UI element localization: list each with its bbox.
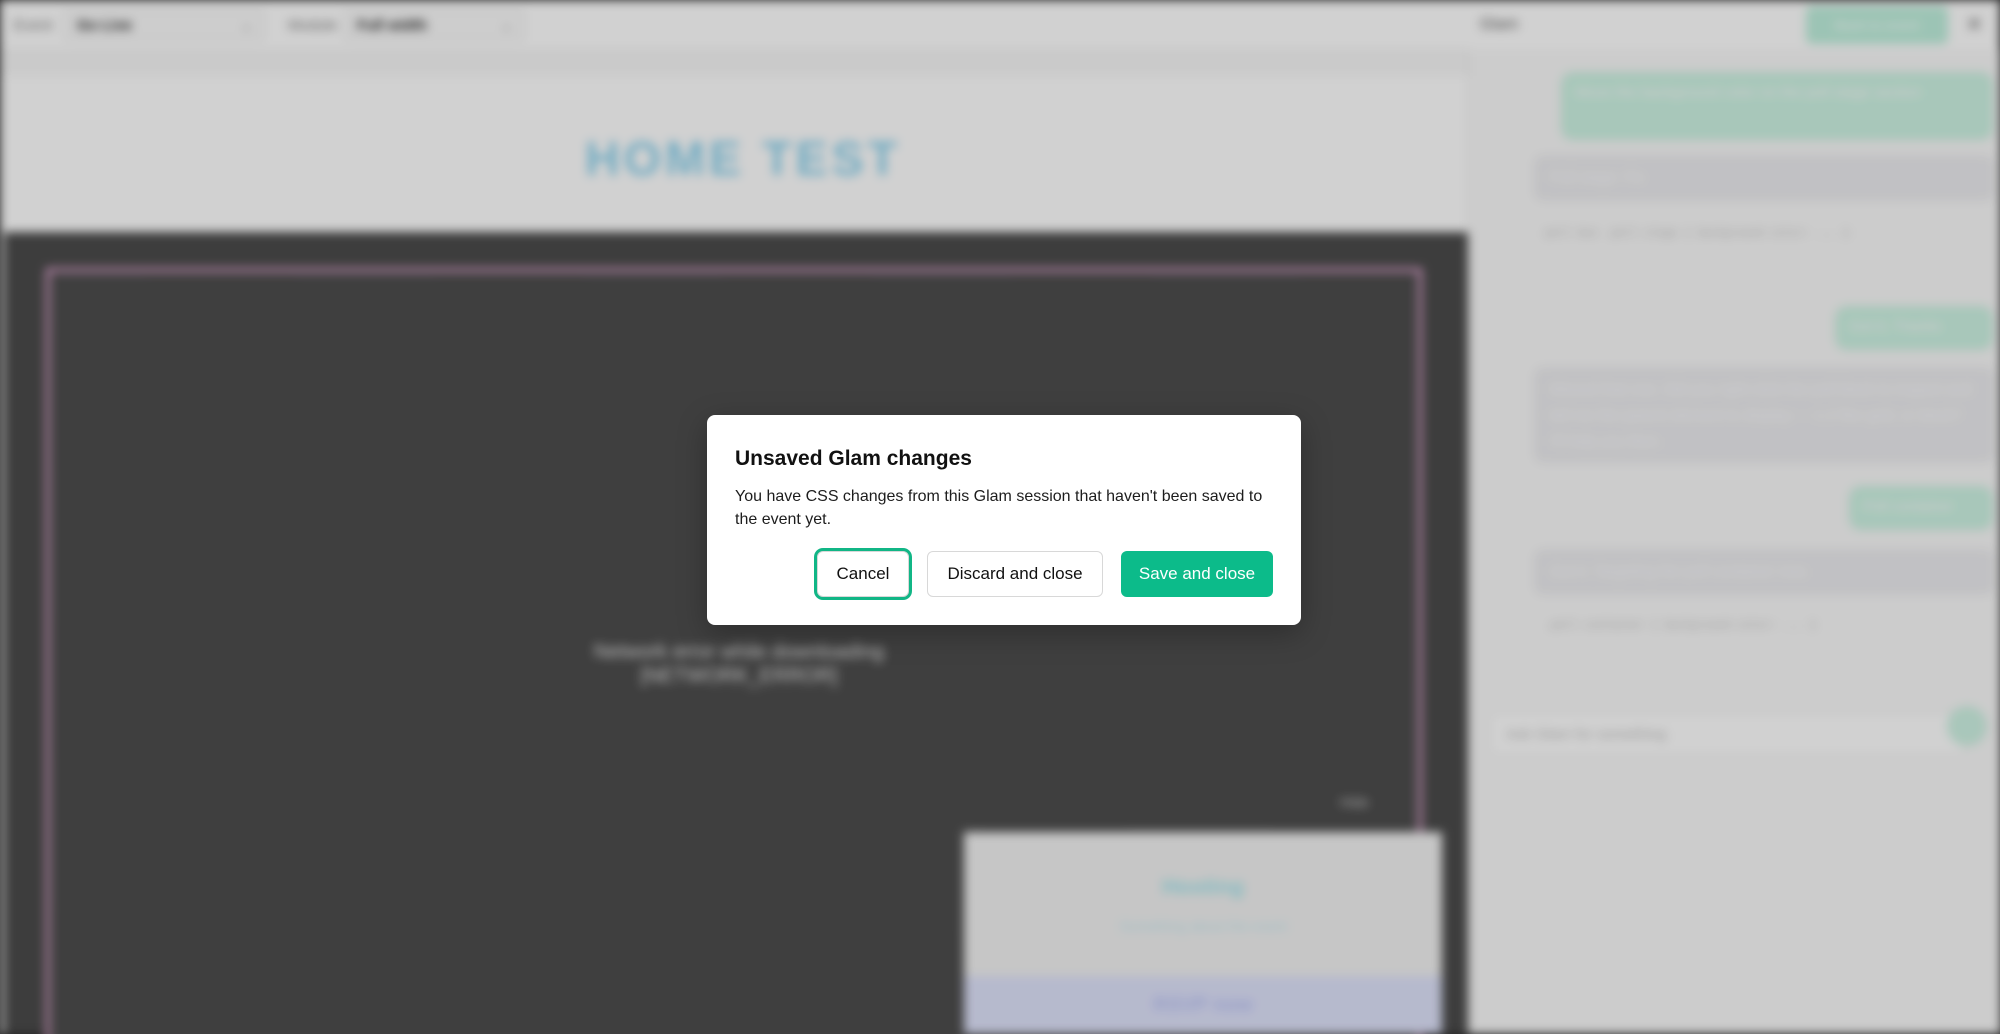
dialog-title: Unsaved Glam changes [735,447,972,470]
cancel-button[interactable]: Cancel [817,551,909,597]
dialog-actions: Cancel Discard and close Save and close [817,551,1273,597]
unsaved-changes-dialog: Unsaved Glam changes You have CSS change… [707,415,1301,625]
dialog-message: You have CSS changes from this Glam sess… [735,488,1263,528]
save-and-close-button[interactable]: Save and close [1121,551,1273,597]
discard-and-close-button[interactable]: Discard and close [927,551,1103,597]
